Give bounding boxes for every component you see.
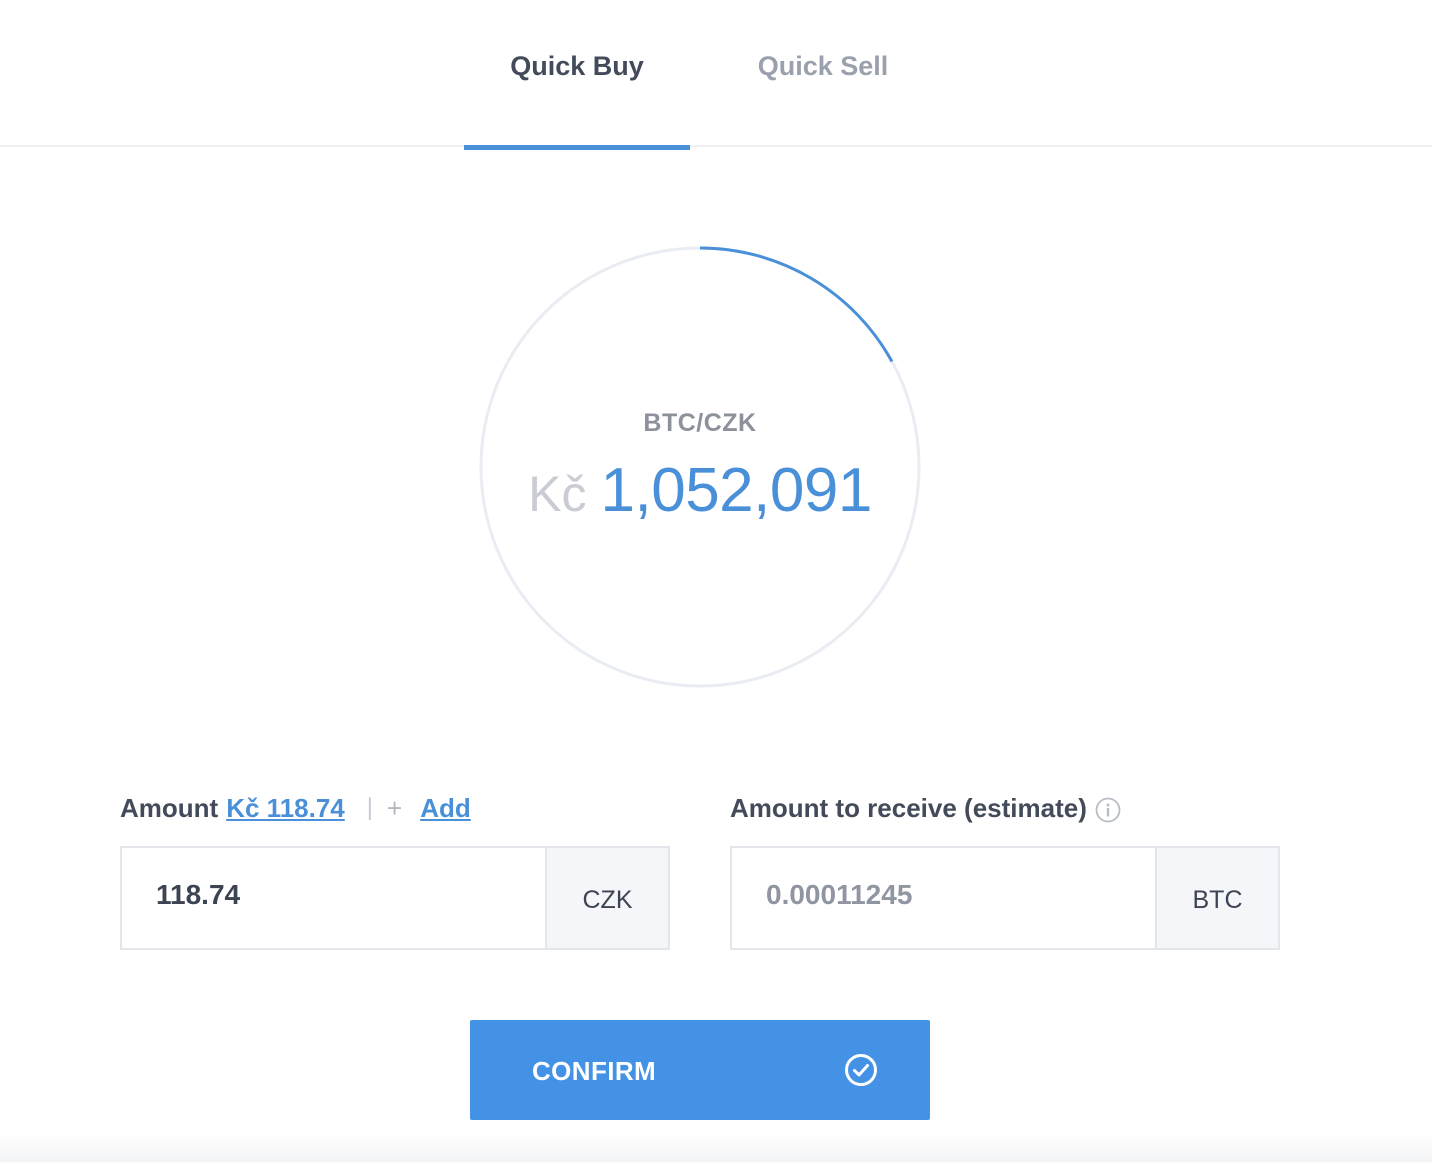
add-funds-link[interactable]: Add [420,793,471,824]
receive-label: Amount to receive (estimate) [730,792,1087,823]
price-value: 1,052,091 [600,456,873,525]
tab-quick-buy-label: Quick Buy [510,51,644,81]
price-ticker: BTC/CZK Kč 1,052,091 [478,245,922,689]
receive-field: BTC [730,846,1280,950]
tab-quick-sell[interactable]: Quick Sell [710,0,936,147]
trade-tabs: Quick Buy Quick Sell [0,0,1432,150]
currency-pair: BTC/CZK [643,409,757,437]
check-circle-icon [844,1053,878,1087]
confirm-button[interactable]: CONFIRM [470,1020,930,1120]
receive-currency-unit: BTC [1155,848,1278,948]
price-display: Kč 1,052,091 [478,455,922,526]
tab-quick-sell-label: Quick Sell [757,51,889,81]
price-currency-symbol: Kč [528,466,587,522]
amount-currency-unit: CZK [545,848,668,948]
amount-field: CZK [120,846,670,950]
receive-input[interactable] [732,848,1155,948]
tab-quick-buy[interactable]: Quick Buy [464,0,690,147]
amount-label-row: Amount Kč 118.74 | + Add [120,790,471,826]
ticker-progress-arc [699,246,894,363]
balance-link[interactable]: Kč 118.74 [226,793,345,824]
amount-input[interactable] [122,848,545,948]
info-circle-icon[interactable] [1095,797,1121,823]
plus-icon: + [387,792,403,823]
receive-label-row: Amount to receive (estimate) [730,790,1121,826]
active-tab-indicator [464,145,690,150]
separator: | [366,794,373,821]
page-bottom-fade [0,1132,1432,1162]
confirm-button-label: CONFIRM [532,1056,657,1086]
amount-label: Amount [120,792,219,823]
